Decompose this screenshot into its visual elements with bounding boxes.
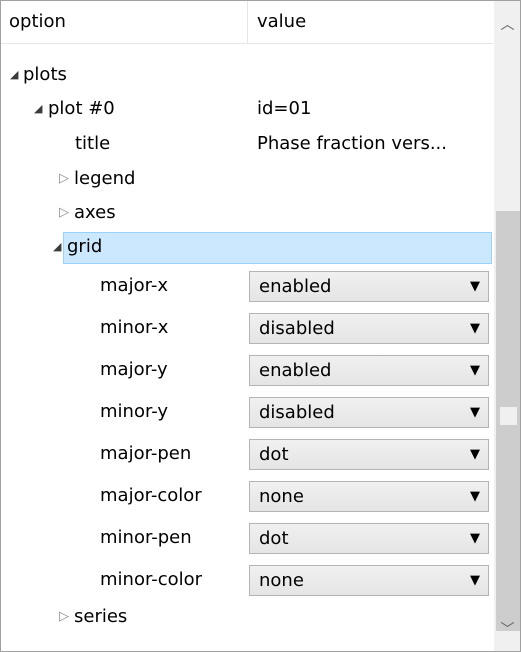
tree-item-plots[interactable]: ◢ plots: [1, 58, 493, 92]
triangle-collapsed-icon[interactable]: ▷: [59, 600, 69, 634]
tree-item-grid-setting[interactable]: minor-x disabled ▼: [1, 311, 493, 345]
tree-item-grid-setting[interactable]: minor-color none ▼: [1, 563, 493, 597]
tree-item-label: title: [75, 133, 111, 154]
dropdown-arrow-icon[interactable]: ▼: [470, 482, 480, 511]
tree-item-value: id=01: [257, 98, 312, 119]
dropdown-value: disabled: [259, 402, 335, 423]
dropdown-arrow-icon[interactable]: ▼: [470, 272, 480, 301]
tree-item-label: minor-pen: [100, 527, 192, 548]
tree-item-grid-setting[interactable]: minor-y disabled ▼: [1, 395, 493, 429]
tree-item-plot[interactable]: ◢ plot #0 id=01: [1, 92, 493, 126]
triangle-expanded-icon[interactable]: ◢: [34, 92, 42, 126]
tree-item-label: minor-x: [100, 317, 169, 338]
tree-item-label: major-pen: [100, 443, 192, 464]
tree-item-label: major-color: [100, 485, 202, 506]
dropdown-value: disabled: [259, 318, 335, 339]
dropdown-arrow-icon[interactable]: ▼: [470, 398, 480, 427]
dropdown-value: none: [259, 570, 304, 591]
tree-item-label: series: [74, 606, 128, 627]
tree-item-grid-setting[interactable]: major-pen dot ▼: [1, 437, 493, 471]
scrollbar-grip: [500, 407, 517, 425]
tree-item-series[interactable]: ▷ series: [1, 600, 493, 634]
triangle-collapsed-icon[interactable]: ▷: [59, 162, 69, 196]
tree-view: ◢ plots ◢ plot #0 id=01 title Phase frac…: [1, 1, 493, 651]
triangle-collapsed-icon[interactable]: ▷: [59, 196, 69, 230]
scrollbar-thumb[interactable]: [496, 211, 520, 631]
dropdown-arrow-icon[interactable]: ▼: [470, 524, 480, 553]
tree-item-label: grid: [67, 236, 103, 257]
tree-item-label: major-y: [100, 359, 168, 380]
tree-item-label: plot #0: [48, 98, 115, 119]
property-tree-window: option value ◢ plots ◢ plot #0 id=01 tit…: [0, 0, 521, 652]
tree-item-legend[interactable]: ▷ legend: [1, 162, 493, 196]
tree-item-grid[interactable]: ◢ grid: [1, 230, 493, 264]
dropdown-value: none: [259, 486, 304, 507]
dropdown-value: dot: [259, 528, 289, 549]
scroll-down-icon[interactable]: ﹀: [494, 613, 520, 647]
triangle-expanded-icon[interactable]: ◢: [53, 230, 61, 264]
tree-item-label: major-x: [100, 275, 168, 296]
dropdown-value: enabled: [259, 360, 332, 381]
value-dropdown[interactable]: none ▼: [249, 481, 489, 512]
dropdown-arrow-icon[interactable]: ▼: [470, 440, 480, 469]
tree-item-label: minor-color: [100, 569, 203, 590]
tree-item-grid-setting[interactable]: minor-pen dot ▼: [1, 521, 493, 555]
tree-item-title[interactable]: title Phase fraction vers...: [1, 127, 493, 161]
tree-item-grid-setting[interactable]: major-color none ▼: [1, 479, 493, 513]
dropdown-arrow-icon[interactable]: ▼: [470, 566, 480, 595]
value-dropdown[interactable]: disabled ▼: [249, 313, 489, 344]
tree-item-label: plots: [23, 64, 67, 85]
tree-item-grid-setting[interactable]: major-x enabled ▼: [1, 269, 493, 303]
value-dropdown[interactable]: disabled ▼: [249, 397, 489, 428]
value-dropdown[interactable]: enabled ▼: [249, 355, 489, 386]
dropdown-arrow-icon[interactable]: ▼: [470, 356, 480, 385]
value-dropdown[interactable]: dot ▼: [249, 439, 489, 470]
triangle-expanded-icon[interactable]: ◢: [10, 58, 18, 92]
tree-item-label: minor-y: [100, 401, 169, 422]
tree-item-grid-setting[interactable]: major-y enabled ▼: [1, 353, 493, 387]
scroll-up-icon[interactable]: ︿: [494, 8, 520, 42]
tree-item-label: legend: [74, 168, 136, 189]
value-dropdown[interactable]: enabled ▼: [249, 271, 489, 302]
dropdown-arrow-icon[interactable]: ▼: [470, 314, 480, 343]
tree-item-label: axes: [74, 202, 116, 223]
value-dropdown[interactable]: dot ▼: [249, 523, 489, 554]
value-dropdown[interactable]: none ▼: [249, 565, 489, 596]
tree-item-axes[interactable]: ▷ axes: [1, 196, 493, 230]
dropdown-value: enabled: [259, 276, 332, 297]
tree-item-value[interactable]: Phase fraction vers...: [257, 127, 447, 161]
vertical-scrollbar[interactable]: ︿ ﹀: [493, 1, 520, 651]
dropdown-value: dot: [259, 444, 289, 465]
